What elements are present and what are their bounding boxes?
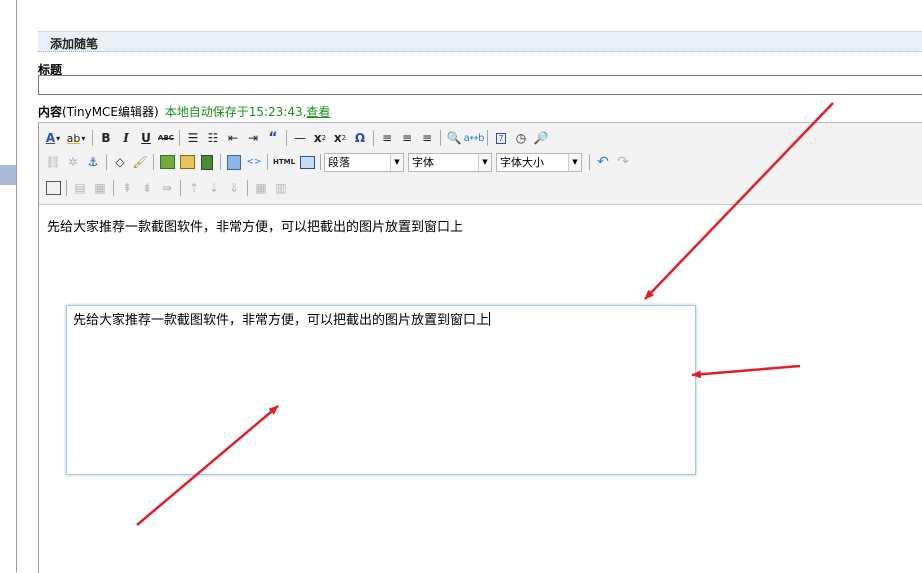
toolbar-separator: [373, 130, 374, 146]
special-char-icon[interactable]: Ω: [350, 128, 370, 148]
toolbar-separator: [113, 180, 114, 196]
toolbar-separator: [179, 130, 180, 146]
font-family-select[interactable]: 字体 ▼: [408, 152, 492, 172]
section-header: 添加随笔: [38, 31, 922, 52]
toolbar-separator: [220, 154, 221, 170]
editor-toolbar: A ▾ ab ▾ B I U ABC ☰ ☷ ⇤ ⇥ “ — x2 x2 Ω ≡ ≡…: [39, 123, 922, 205]
subscript-icon[interactable]: x2: [310, 128, 330, 148]
toolbar-separator: [153, 154, 154, 170]
blockquote-icon[interactable]: “: [263, 128, 283, 148]
italic-icon[interactable]: I: [116, 128, 136, 148]
replace-icon[interactable]: a↔b: [464, 128, 485, 148]
undo-icon[interactable]: ↶: [593, 152, 613, 172]
fullscreen-icon[interactable]: [297, 152, 317, 172]
toolbar-separator: [589, 154, 590, 170]
toolbar-separator: [247, 180, 248, 196]
align-right-icon[interactable]: ≡: [417, 128, 437, 148]
toolbar-separator: [66, 180, 67, 196]
cleanup-brush-icon[interactable]: 🖌: [130, 152, 150, 172]
link-icon[interactable]: ⛓: [43, 152, 63, 172]
section-title: 添加随笔: [50, 37, 99, 51]
ordered-list-icon[interactable]: ☷: [203, 128, 223, 148]
row-before-icon[interactable]: ⇞: [117, 178, 137, 198]
row-after-icon[interactable]: ⇟: [137, 178, 157, 198]
pasted-text-content: 先给大家推荐一款截图软件，非常方便，可以把截出的图片放置到窗口上: [73, 313, 490, 328]
find-icon[interactable]: 🔍: [444, 128, 464, 148]
size-select-value: 字体大小: [500, 156, 544, 169]
left-panel-tab[interactable]: [0, 165, 16, 185]
indent-icon[interactable]: ⇥: [243, 128, 263, 148]
text-caret: [489, 312, 491, 326]
toolbar-separator: [440, 130, 441, 146]
pasted-text: 先给大家推荐一款截图软件，非常方便，可以把截出的图片放置到窗口上: [73, 309, 491, 328]
insert-time-icon[interactable]: ◷: [511, 128, 531, 148]
toolbar-separator: [286, 130, 287, 146]
underline-icon[interactable]: U: [136, 128, 156, 148]
format-select-value: 段落: [328, 156, 350, 169]
redo-icon[interactable]: ↷: [613, 152, 633, 172]
autosave-status: 本地自动保存于15:23:43,: [164, 105, 307, 119]
toolbar-separator: [320, 154, 321, 170]
editor-paragraph: 先给大家推荐一款截图软件，非常方便，可以把截出的图片放置到窗口上: [47, 220, 464, 235]
delete-row-icon[interactable]: ⇛: [157, 178, 177, 198]
toolbar-separator: [180, 180, 181, 196]
content-label: 内容(TinyMCE编辑器) 本地自动保存于15:23:43,查看: [38, 103, 330, 120]
chevron-down-icon: ▼: [568, 153, 581, 171]
paste-word-icon[interactable]: [224, 152, 244, 172]
font-color-icon[interactable]: A ▾: [43, 128, 63, 148]
delete-col-icon[interactable]: ⇓: [224, 178, 244, 198]
anchor-icon[interactable]: ⚓: [83, 152, 103, 172]
align-left-icon[interactable]: ≡: [377, 128, 397, 148]
editor-name: (TinyMCE编辑器): [62, 105, 159, 119]
highlight-color-icon[interactable]: ab ▾: [63, 128, 89, 148]
superscript-icon[interactable]: x2: [330, 128, 350, 148]
col-before-icon[interactable]: ⇡: [184, 178, 204, 198]
outdent-icon[interactable]: ⇤: [223, 128, 243, 148]
horizontal-rule-icon[interactable]: —: [290, 128, 310, 148]
strikethrough-icon[interactable]: ABC: [156, 128, 176, 148]
bold-icon[interactable]: B: [96, 128, 116, 148]
toolbar-row-3: ▤ ▦ ⇞ ⇟ ⇛ ⇡ ⇣ ⇓ ▦ ▥: [43, 177, 291, 199]
align-center-icon[interactable]: ≡: [397, 128, 417, 148]
toolbar-separator: [487, 130, 488, 146]
merge-cells-icon[interactable]: ▦: [251, 178, 271, 198]
media-icon[interactable]: [197, 152, 217, 172]
html-source-label: HTML: [272, 158, 296, 166]
code-icon[interactable]: <>: [244, 152, 264, 172]
toolbar-separator: [92, 130, 93, 146]
col-after-icon[interactable]: ⇣: [204, 178, 224, 198]
cell-props-icon[interactable]: ▦: [90, 178, 110, 198]
pasted-screenshot-window[interactable]: 先给大家推荐一款截图软件，非常方便，可以把截出的图片放置到窗口上: [66, 305, 696, 475]
left-panel-border: [16, 0, 17, 572]
unordered-list-icon[interactable]: ☰: [183, 128, 203, 148]
preview-icon[interactable]: 🔎: [531, 128, 551, 148]
chevron-down-icon: ▼: [478, 153, 491, 171]
toolbar-separator: [267, 154, 268, 170]
toolbar-separator: [106, 154, 107, 170]
html-source-button[interactable]: HTML: [271, 152, 297, 172]
image-icon[interactable]: [157, 152, 177, 172]
chevron-down-icon: ▼: [390, 153, 403, 171]
unlink-icon[interactable]: ✲: [63, 152, 83, 172]
font-size-select[interactable]: 字体大小 ▼: [496, 152, 582, 172]
view-autosave-link[interactable]: 查看: [306, 105, 330, 119]
insert-date-icon[interactable]: 7: [491, 128, 511, 148]
format-select[interactable]: 段落 ▼: [324, 152, 404, 172]
content-label-bold: 内容: [38, 105, 63, 119]
split-cells-icon[interactable]: ▥: [271, 178, 291, 198]
font-select-value: 字体: [412, 156, 434, 169]
edit-table-icon[interactable]: [43, 178, 63, 198]
eraser-icon[interactable]: ◇: [110, 152, 130, 172]
toolbar-row-2: ⛓ ✲ ⚓ ◇ 🖌 <> HTML 段落 ▼ 字体 ▼ 字体大小 ▼ ↶ ↷: [43, 151, 633, 173]
toolbar-row-1: A ▾ ab ▾ B I U ABC ☰ ☷ ⇤ ⇥ “ — x2 x2 Ω ≡ ≡…: [43, 127, 551, 149]
title-input[interactable]: [38, 75, 922, 95]
image-upload-icon[interactable]: [177, 152, 197, 172]
table-props-icon[interactable]: ▤: [70, 178, 90, 198]
